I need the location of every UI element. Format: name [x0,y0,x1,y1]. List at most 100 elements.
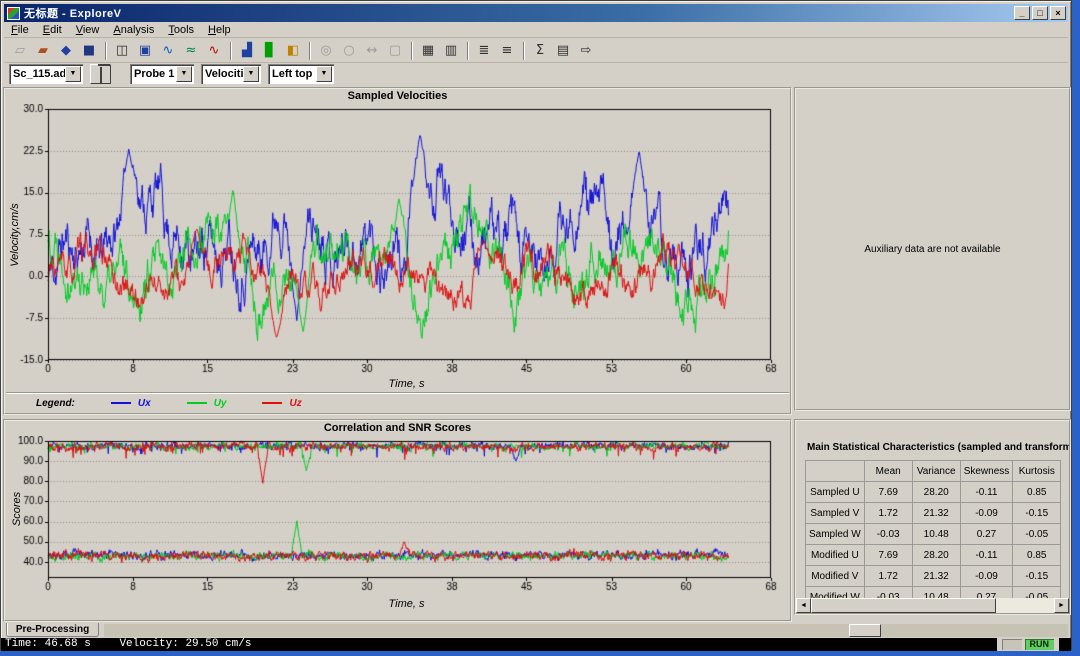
stats-row-label: Modified U [806,545,865,566]
stats-column-header: Kurtosis [1013,461,1061,482]
scores-chart-canvas[interactable] [8,436,787,594]
dropdown-arrow-icon[interactable]: ▼ [316,66,332,82]
menu-analysis[interactable]: Analysis [106,23,161,38]
tab-row: Pre-Processing [4,623,1068,638]
menu-view[interactable]: View [69,23,107,38]
stats-row: Sampled W-0.0310.480.27-0.05 [806,524,1061,545]
stats-row-label: Sampled V [806,503,865,524]
minimize-button[interactable]: _ [1014,6,1030,20]
bar-chart-icon[interactable]: ▊ [259,41,281,61]
view-combo-value: Velociti [205,68,243,80]
data-table-icon[interactable]: ▦ [417,41,439,61]
time-series-icon[interactable]: ∿ [157,41,179,61]
stats-cell: 21.32 [912,503,960,524]
graph-window-icon[interactable]: ▣ [134,41,156,61]
print-icon[interactable]: ▤ [552,41,574,61]
new-graph-icon: ▱ [9,41,31,61]
stats-row: Sampled U7.6928.20-0.110.85 [806,482,1061,503]
velocity-chart-canvas[interactable] [8,104,787,376]
export-icon[interactable]: ⇨ [575,41,597,61]
stats-cell: 28.20 [912,482,960,503]
probe-combo[interactable]: Probe 1 ▼ [130,64,194,84]
menu-tools[interactable]: Tools [161,23,201,38]
sort-ascending-icon[interactable]: ≣ [473,41,495,61]
stats-cell: 0.85 [1013,545,1061,566]
toolbar-separator [467,42,469,60]
app-window: 无标题 - ExploreV _ □ × FileEditViewAnalysi… [0,0,1072,650]
select-region-icon: ▢ [384,41,406,61]
stats-row-label: Sampled W [806,524,865,545]
status-time: Time: 46.68 s [5,638,91,650]
scroll-left-arrow-icon[interactable]: ◄ [796,598,811,613]
title-bar[interactable]: 无标题 - ExploreV _ □ × [4,4,1068,22]
stats-cell: 10.48 [912,524,960,545]
toolbar-separator [411,42,413,60]
spectra-icon[interactable]: ≈ [180,41,202,61]
waveform-icon[interactable]: ∿ [203,41,225,61]
stats-column-header: Skewness [960,461,1013,482]
stats-column-header: Variance [912,461,960,482]
maximize-button[interactable]: □ [1032,6,1048,20]
toolbar: ▱▰◆■◫▣∿≈∿▟▊◧◎○↔▢▦▥≣≡Σ▤⇨ [4,39,1068,63]
close-button[interactable]: × [1050,6,1066,20]
trash-icon [100,67,102,83]
file-combo[interactable]: Sc_115.adv ▼ [9,64,83,84]
menu-file[interactable]: File [4,23,36,38]
dropdown-arrow-icon[interactable]: ▼ [176,66,192,82]
legend-item-ux: Ux [111,398,151,409]
toolbar-separator [523,42,525,60]
velocity-chart-title: Sampled Velocities [5,90,790,102]
stats-cell: 1.72 [864,503,912,524]
statistics-horizontal-scrollbar[interactable]: ◄ ► [796,598,1069,613]
chart-legend: Legend:UxUyUz [6,392,789,413]
menu-help[interactable]: Help [201,23,238,38]
status-bar: Time: 46.68 s Velocity: 29.50 cm/s RUN [1,638,1071,651]
scrollbar-thumb[interactable] [811,598,996,613]
scroll-right-arrow-icon[interactable]: ► [1054,598,1069,613]
menu-edit[interactable]: Edit [36,23,69,38]
legend-series-name: Uy [214,398,227,409]
stats-cell: -0.15 [1013,566,1061,587]
selector-bar: Sc_115.adv ▼ Probe 1 ▼ Velociti ▼ Left t… [4,63,1068,85]
stats-cell: -0.11 [960,545,1013,566]
scores-y-axis-label: Scores [11,484,23,534]
stats-cell: 21.32 [912,566,960,587]
save-icon[interactable]: ■ [78,41,100,61]
legend-line-swatch [111,402,131,404]
zoom-in-icon: ◎ [315,41,337,61]
sort-descending-icon[interactable]: ≡ [496,41,518,61]
scores-x-axis-label: Time, s [45,598,768,610]
pan-icon: ↔ [361,41,383,61]
legend-position-combo[interactable]: Left top ▼ [268,64,334,84]
histogram-icon[interactable]: ▟ [236,41,258,61]
legend-line-swatch [187,402,207,404]
file-combo-value: Sc_115.adv [13,68,65,80]
stats-cell: -0.15 [1013,503,1061,524]
delete-file-button[interactable] [90,64,111,84]
scrollbar-track[interactable] [811,598,1054,613]
tile-windows-icon[interactable]: ▥ [440,41,462,61]
toolbar-separator [230,42,232,60]
statistics-panel: Main Statistical Characteristics (sample… [794,419,1071,615]
stats-row: Modified U7.6928.20-0.110.85 [806,545,1061,566]
tab-scrollbar-track[interactable] [104,624,1068,637]
color-map-icon[interactable]: ◧ [282,41,304,61]
copy-window-icon[interactable]: ◫ [111,41,133,61]
dropdown-arrow-icon[interactable]: ▼ [65,66,81,82]
statistics-icon[interactable]: Σ [529,41,551,61]
toolbar-separator [105,42,107,60]
scores-chart-title: Correlation and SNR Scores [5,422,790,434]
view-combo[interactable]: Velociti ▼ [201,64,261,84]
stats-cell: 0.85 [1013,482,1061,503]
tab-scrollbar-thumb[interactable] [849,624,881,637]
app-icon [7,7,20,20]
probe-combo-value: Probe 1 [134,68,176,80]
dropdown-arrow-icon[interactable]: ▼ [243,66,259,82]
edit-pencil-icon[interactable]: ▰ [32,41,54,61]
statistics-title: Main Statistical Characteristics (sample… [807,442,1069,453]
auxiliary-data-panel: Auxiliary data are not available [794,87,1071,411]
stats-cell: -0.11 [960,482,1013,503]
status-velocity: Velocity: 29.50 cm/s [119,638,251,650]
tab-pre-processing[interactable]: Pre-Processing [6,623,99,637]
pen-icon[interactable]: ◆ [55,41,77,61]
